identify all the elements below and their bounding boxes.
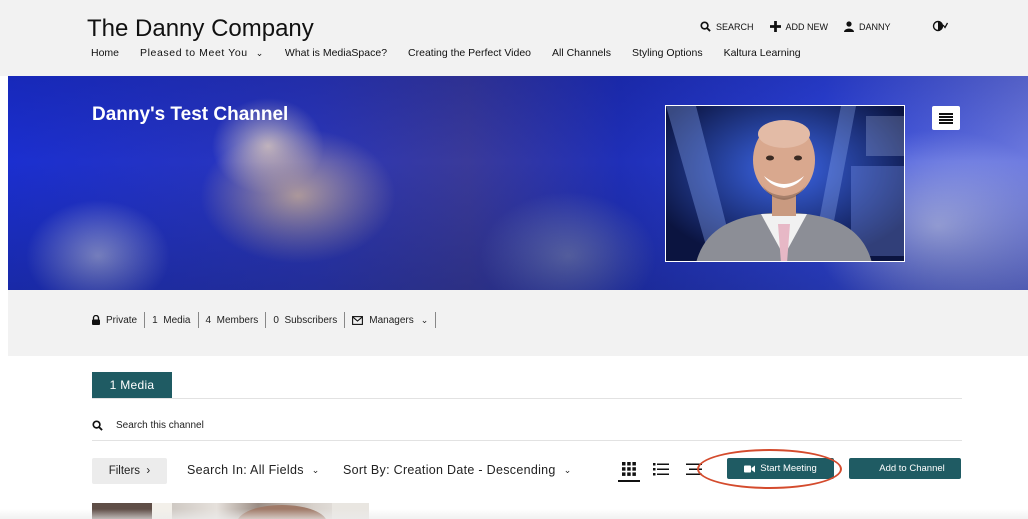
nav-label: All Channels: [552, 47, 611, 59]
divider: [435, 312, 437, 328]
privacy-label: Private: [106, 314, 138, 326]
detailed-view-icon: [686, 463, 702, 475]
chevron-down-icon: ⌄: [420, 314, 429, 325]
menu-icon: [939, 112, 953, 124]
filters-label: Filters: [108, 465, 141, 477]
video-camera-icon: [744, 465, 756, 472]
lock-icon: [92, 315, 100, 325]
channel-title: Danny's Test Channel: [92, 104, 289, 125]
nav-item-all-channels[interactable]: All Channels: [552, 47, 611, 59]
divider: [144, 312, 146, 328]
header-actions: SEARCH ADD NEW DANNY: [700, 21, 907, 32]
search-icon: [92, 419, 103, 431]
nav-label: Home: [91, 47, 120, 59]
channel-search-input[interactable]: [116, 419, 616, 431]
search-label: SEARCH: [716, 21, 754, 32]
start-meeting-button[interactable]: Start Meeting: [727, 458, 834, 479]
detailed-view-button[interactable]: [684, 459, 704, 479]
media-count-value: 1: [152, 314, 158, 326]
site-title[interactable]: The Danny Company: [87, 15, 314, 43]
nav-item-styling-options[interactable]: Styling Options: [632, 47, 703, 59]
tab-divider: [92, 398, 962, 399]
user-icon: [844, 21, 855, 32]
media-thumbnail[interactable]: [92, 503, 369, 519]
search-icon: [700, 21, 711, 32]
subscribers-count: 0 Subscribers: [273, 315, 337, 326]
list-view-button[interactable]: [651, 459, 671, 479]
channel-thumbnail: [665, 105, 905, 262]
nav-label: Creating the Perfect Video: [408, 47, 532, 59]
chevron-down-icon: ⌄: [563, 464, 572, 475]
grid-view-button[interactable]: [619, 459, 639, 479]
add-to-channel-button[interactable]: Add to Channel: [849, 458, 961, 479]
grid-view-icon: [622, 462, 636, 476]
envelope-icon: [352, 315, 364, 325]
divider: [265, 312, 267, 328]
privacy-status: Private: [92, 315, 137, 326]
add-to-channel-label: Add to Channel: [879, 463, 945, 474]
members-link[interactable]: 4 Members: [206, 315, 259, 326]
nav-item-home[interactable]: Home: [91, 47, 119, 59]
filters-button[interactable]: Filters ›: [92, 458, 167, 484]
search-in-dropdown[interactable]: Search In: All Fields ⌄: [187, 463, 320, 477]
tab-media[interactable]: 1 Media: [92, 372, 172, 398]
active-view-indicator: [618, 480, 640, 482]
add-new-label: ADD NEW: [785, 21, 829, 32]
channel-actions-menu-button[interactable]: [932, 106, 960, 130]
members-count-value: 4: [205, 314, 212, 326]
sort-by-label: Sort By: Creation Date - Descending: [343, 463, 556, 477]
nav-item-creating-video[interactable]: Creating the Perfect Video: [408, 47, 531, 59]
channel-meta: Private 1 Media 4 Members 0 Subscribers …: [92, 312, 443, 328]
site-header: The Danny Company Home Pleased to Meet Y…: [0, 0, 1028, 76]
list-view-icon: [653, 462, 669, 475]
subscribers-label: Subscribers: [284, 314, 338, 326]
user-menu-button[interactable]: DANNY: [844, 21, 891, 32]
nav-label: Kaltura Learning: [723, 47, 801, 59]
managers-dropdown[interactable]: Managers ⌄: [352, 315, 428, 326]
add-new-button[interactable]: ADD NEW: [769, 21, 829, 32]
chevron-down-icon: ⌄: [311, 464, 320, 475]
header-search-button[interactable]: SEARCH: [700, 21, 754, 32]
nav-item-pleased-to-meet-you[interactable]: Pleased to Meet You ⌄: [140, 47, 264, 59]
search-divider: [92, 440, 962, 441]
media-count: 1 Media: [152, 315, 190, 326]
search-in-label: Search In: All Fields: [187, 463, 304, 477]
nav-item-what-is-mediaspace[interactable]: What is MediaSpace?: [285, 47, 387, 59]
start-meeting-label: Start Meeting: [760, 463, 817, 474]
divider: [197, 312, 199, 328]
nav-label: What is MediaSpace?: [284, 47, 388, 59]
members-label: Members: [216, 314, 259, 326]
channel-banner: Danny's Test Channel: [8, 76, 1028, 290]
chevron-down-icon: ⌄: [255, 47, 264, 58]
main-nav: Home Pleased to Meet You ⌄ What is MediaS…: [91, 47, 822, 59]
user-label: DANNY: [859, 21, 891, 32]
subscribers-count-value: 0: [273, 314, 279, 326]
divider: [344, 312, 346, 328]
sort-by-dropdown[interactable]: Sort By: Creation Date - Descending ⌄: [343, 463, 572, 477]
channel-search: [92, 413, 962, 437]
chevron-right-icon: ›: [146, 465, 151, 477]
nav-label: Styling Options: [631, 47, 703, 59]
nav-item-kaltura-learning[interactable]: Kaltura Learning: [724, 47, 801, 59]
plus-icon: [769, 21, 781, 32]
managers-label: Managers: [369, 314, 414, 326]
media-count-label: Media: [163, 314, 191, 326]
nav-label: Pleased to Meet You: [140, 47, 248, 59]
contrast-toggle-icon[interactable]: [932, 19, 949, 33]
